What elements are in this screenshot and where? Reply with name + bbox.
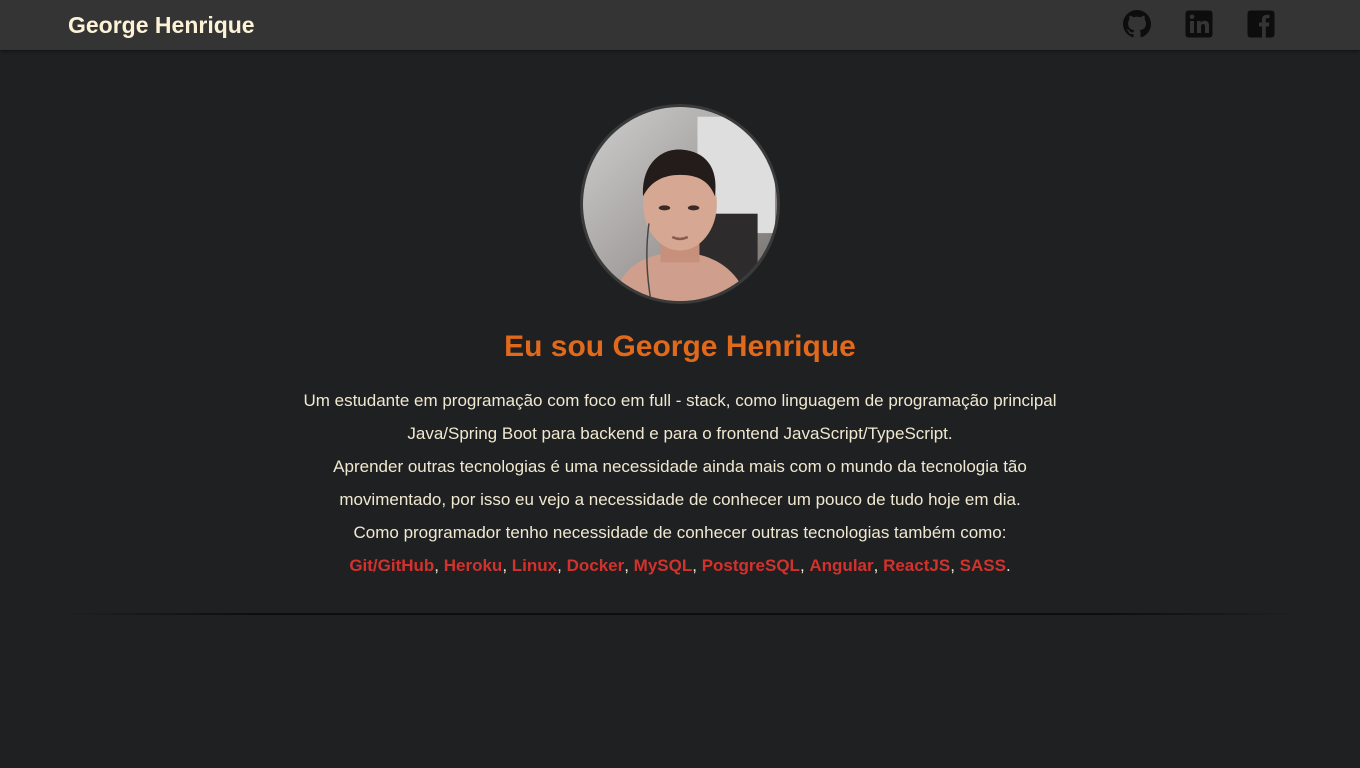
bio-line: Java/Spring Boot para backend e para o f…: [407, 424, 953, 443]
bio-line: Como programador tenho necessidade de co…: [353, 523, 1007, 542]
tech-link-mysql[interactable]: MySQL: [634, 556, 693, 575]
github-link[interactable]: [1123, 10, 1151, 38]
tech-separator: ,: [873, 556, 884, 575]
navbar: George Henrique: [0, 0, 1360, 50]
tech-link-linux[interactable]: Linux: [512, 556, 557, 575]
tech-end: .: [1005, 556, 1011, 575]
tech-link-sass[interactable]: SASS: [960, 556, 1006, 575]
bio-line: Um estudante em programação com foco em …: [303, 391, 1057, 410]
tech-link-docker[interactable]: Docker: [567, 556, 625, 575]
profile-avatar: [580, 104, 780, 304]
tech-separator: ,: [557, 556, 567, 575]
tech-separator: ,: [692, 556, 702, 575]
brand-link[interactable]: George Henrique: [68, 11, 255, 39]
tech-link-angular[interactable]: Angular: [809, 556, 873, 575]
profile-bio: Um estudante em programação com foco em …: [230, 384, 1130, 582]
tech-separator: ,: [624, 556, 634, 575]
github-icon: [1123, 10, 1151, 38]
tech-list: Git/GitHub, Heroku, Linux, Docker, MySQL…: [230, 549, 1130, 582]
facebook-icon: [1247, 10, 1275, 38]
tech-link-heroku[interactable]: Heroku: [444, 556, 503, 575]
tech-link-postgresql[interactable]: PostgreSQL: [702, 556, 800, 575]
tech-separator: ,: [950, 556, 960, 575]
tech-separator: ,: [502, 556, 512, 575]
linkedin-icon: [1185, 10, 1213, 38]
tech-link-git-github[interactable]: Git/GitHub: [349, 556, 434, 575]
bio-line: Aprender outras tecnologias é uma necess…: [333, 457, 1027, 476]
facebook-link[interactable]: [1247, 10, 1275, 38]
profile-heading: Eu sou George Henrique: [504, 330, 856, 363]
tech-separator: ,: [799, 556, 810, 575]
tech-link-reactjs[interactable]: ReactJS: [883, 556, 950, 575]
section-divider: [60, 613, 1300, 615]
linkedin-link[interactable]: [1185, 10, 1213, 38]
bio-line: movimentado, por isso eu vejo a necessid…: [339, 490, 1021, 509]
tech-separator: ,: [434, 556, 444, 575]
